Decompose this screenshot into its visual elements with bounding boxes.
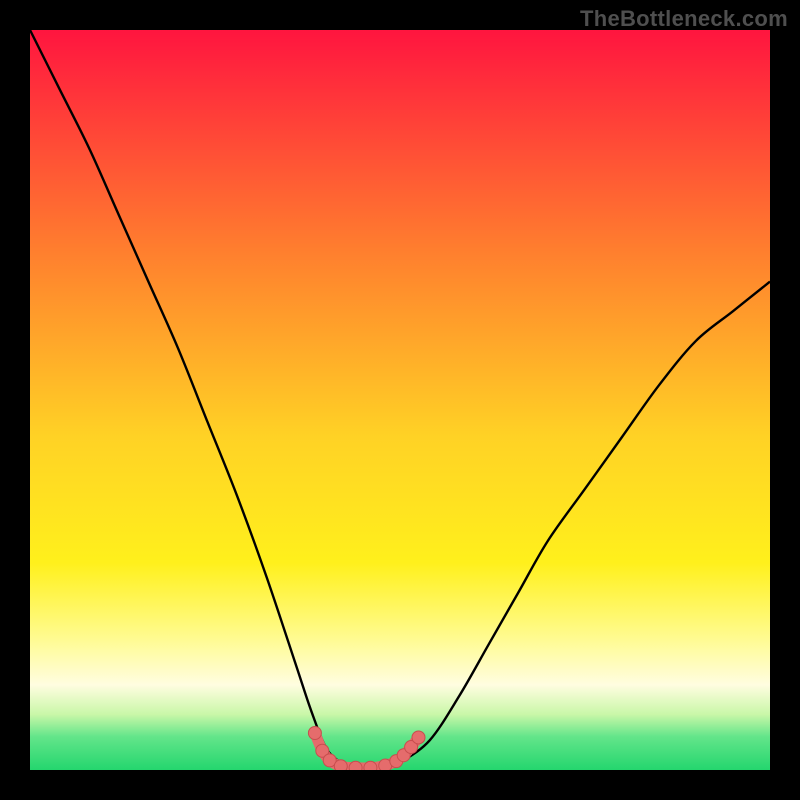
marker-dot	[349, 761, 362, 770]
chart-svg	[30, 30, 770, 770]
marker-dot	[308, 727, 321, 740]
marker-dot	[364, 761, 377, 770]
marker-dot	[334, 760, 347, 770]
chart-frame: TheBottleneck.com	[0, 0, 800, 800]
gradient-background	[30, 30, 770, 770]
watermark-text: TheBottleneck.com	[580, 6, 788, 32]
marker-dot	[412, 731, 425, 744]
plot-area	[30, 30, 770, 770]
